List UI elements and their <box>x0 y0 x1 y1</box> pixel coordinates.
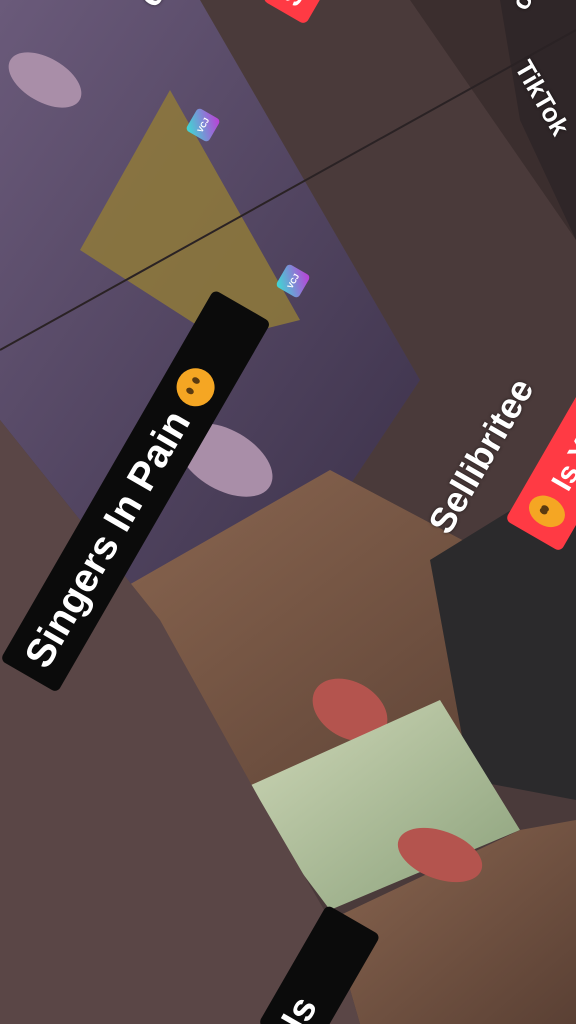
emoji-icon <box>523 489 571 534</box>
partial-black-caption-text: Is <box>273 989 326 1024</box>
video-frame: VCJ VCJ ee Seriti ok TikTok Singers In P… <box>0 0 576 1024</box>
emoji-icon <box>169 361 222 414</box>
